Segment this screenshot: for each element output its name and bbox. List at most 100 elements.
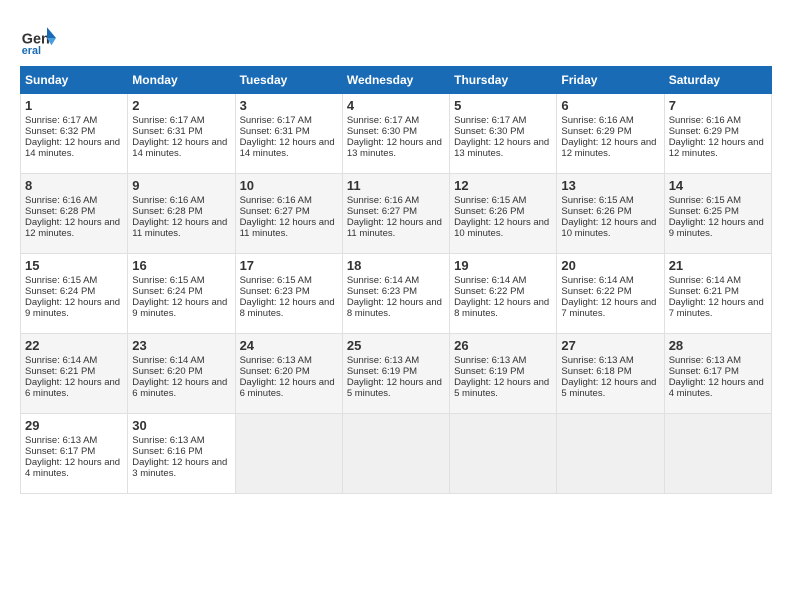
day-number: 21 [669,258,767,273]
calendar-day-21: 21Sunrise: 6:14 AMSunset: 6:21 PMDayligh… [664,254,771,334]
sunrise-label: Sunrise: 6:13 AM [669,355,741,366]
calendar-day-19: 19Sunrise: 6:14 AMSunset: 6:22 PMDayligh… [450,254,557,334]
day-number: 14 [669,178,767,193]
day-number: 7 [669,98,767,113]
sunrise-label: Sunrise: 6:14 AM [25,355,97,366]
sunrise-label: Sunrise: 6:14 AM [132,355,204,366]
sunrise-label: Sunrise: 6:17 AM [454,115,526,126]
calendar-day-30: 30Sunrise: 6:13 AMSunset: 6:16 PMDayligh… [128,414,235,494]
sunset-label: Sunset: 6:19 PM [454,366,524,377]
daylight-label: Daylight: 12 hours and 12 minutes. [25,217,120,239]
calendar-day-14: 14Sunrise: 6:15 AMSunset: 6:25 PMDayligh… [664,174,771,254]
calendar-week-1: 1Sunrise: 6:17 AMSunset: 6:32 PMDaylight… [21,94,772,174]
day-number: 6 [561,98,659,113]
calendar-day-28: 28Sunrise: 6:13 AMSunset: 6:17 PMDayligh… [664,334,771,414]
day-number: 25 [347,338,445,353]
day-number: 10 [240,178,338,193]
day-number: 4 [347,98,445,113]
day-number: 19 [454,258,552,273]
sunset-label: Sunset: 6:27 PM [240,206,310,217]
sunset-label: Sunset: 6:21 PM [669,286,739,297]
sunset-label: Sunset: 6:23 PM [240,286,310,297]
logo: Gen eral [20,20,58,56]
daylight-label: Daylight: 12 hours and 14 minutes. [132,137,227,159]
calendar-day-5: 5Sunrise: 6:17 AMSunset: 6:30 PMDaylight… [450,94,557,174]
daylight-label: Daylight: 12 hours and 5 minutes. [347,377,442,399]
col-saturday: Saturday [664,67,771,94]
calendar-day-8: 8 Sunrise: 6:16 AMSunset: 6:28 PMDaylight… [21,174,128,254]
sunset-label: Sunset: 6:26 PM [454,206,524,217]
day-number: 2 [132,98,230,113]
daylight-label: Daylight: 12 hours and 11 minutes. [347,217,442,239]
sunset-label: Sunset: 6:29 PM [561,126,631,137]
calendar-day-27: 27Sunrise: 6:13 AMSunset: 6:18 PMDayligh… [557,334,664,414]
sunset-label: Sunset: 6:26 PM [561,206,631,217]
calendar-day-20: 20Sunrise: 6:14 AMSunset: 6:22 PMDayligh… [557,254,664,334]
sunset-label: Sunset: 6:22 PM [454,286,524,297]
svg-text:eral: eral [22,45,41,56]
sunset-label: Sunset: 6:31 PM [132,126,202,137]
day-number: 1 [25,98,123,113]
col-sunday: Sunday [21,67,128,94]
calendar-week-4: 22Sunrise: 6:14 AMSunset: 6:21 PMDayligh… [21,334,772,414]
sunrise-label: Sunrise: 6:15 AM [240,275,312,286]
sunrise-label: Sunrise: 6:15 AM [25,275,97,286]
calendar-week-3: 15Sunrise: 6:15 AMSunset: 6:24 PMDayligh… [21,254,772,334]
page-header: Gen eral [20,20,772,56]
sunset-label: Sunset: 6:23 PM [347,286,417,297]
sunset-label: Sunset: 6:29 PM [669,126,739,137]
sunset-label: Sunset: 6:17 PM [25,446,95,457]
sunrise-label: Sunrise: 6:17 AM [347,115,419,126]
calendar-day-10: 10Sunrise: 6:16 AMSunset: 6:27 PMDayligh… [235,174,342,254]
sunrise-label: Sunrise: 6:14 AM [669,275,741,286]
sunset-label: Sunset: 6:28 PM [25,206,95,217]
sunrise-label: Sunrise: 6:17 AM [132,115,204,126]
day-number: 17 [240,258,338,273]
header-row: Sunday Monday Tuesday Wednesday Thursday… [21,67,772,94]
sunset-label: Sunset: 6:20 PM [240,366,310,377]
daylight-label: Daylight: 12 hours and 10 minutes. [561,217,656,239]
sunset-label: Sunset: 6:20 PM [132,366,202,377]
calendar-day-6: 6Sunrise: 6:16 AMSunset: 6:29 PMDaylight… [557,94,664,174]
calendar-day-2: 2 Sunrise: 6:17 AMSunset: 6:31 PMDaylight… [128,94,235,174]
daylight-label: Daylight: 12 hours and 6 minutes. [132,377,227,399]
day-number: 26 [454,338,552,353]
sunrise-label: Sunrise: 6:16 AM [25,195,97,206]
sunset-label: Sunset: 6:27 PM [347,206,417,217]
calendar-day-3: 3Sunrise: 6:17 AMSunset: 6:31 PMDaylight… [235,94,342,174]
calendar-day-24: 24Sunrise: 6:13 AMSunset: 6:20 PMDayligh… [235,334,342,414]
sunrise-label: Sunrise: 6:13 AM [240,355,312,366]
day-number: 23 [132,338,230,353]
calendar-day-23: 23 Sunrise: 6:14 AMSunset: 6:20 PMDayligh… [128,334,235,414]
calendar-day-9: 9 Sunrise: 6:16 AMSunset: 6:28 PMDaylight… [128,174,235,254]
daylight-label: Daylight: 12 hours and 13 minutes. [454,137,549,159]
sunset-label: Sunset: 6:19 PM [347,366,417,377]
daylight-label: Daylight: 12 hours and 11 minutes. [132,217,227,239]
calendar-day-25: 25 Sunrise: 6:13 AMSunset: 6:19 PMDayligh… [342,334,449,414]
sunset-label: Sunset: 6:28 PM [132,206,202,217]
daylight-label: Daylight: 12 hours and 8 minutes. [454,297,549,319]
day-number: 29 [25,418,123,433]
sunset-label: Sunset: 6:25 PM [669,206,739,217]
sunrise-label: Sunrise: 6:15 AM [454,195,526,206]
sunset-label: Sunset: 6:31 PM [240,126,310,137]
calendar-day-29: 29Sunrise: 6:13 AMSunset: 6:17 PMDayligh… [21,414,128,494]
calendar-day-22: 22Sunrise: 6:14 AMSunset: 6:21 PMDayligh… [21,334,128,414]
day-number: 8 [25,178,123,193]
day-number: 3 [240,98,338,113]
sunrise-label: Sunrise: 6:16 AM [132,195,204,206]
col-wednesday: Wednesday [342,67,449,94]
sunrise-label: Sunrise: 6:15 AM [561,195,633,206]
daylight-label: Daylight: 12 hours and 7 minutes. [561,297,656,319]
day-number: 27 [561,338,659,353]
sunrise-label: Sunrise: 6:17 AM [25,115,97,126]
calendar-day-15: 15Sunrise: 6:15 AMSunset: 6:24 PMDayligh… [21,254,128,334]
sunset-label: Sunset: 6:18 PM [561,366,631,377]
sunrise-label: Sunrise: 6:13 AM [347,355,419,366]
calendar-day-1: 1Sunrise: 6:17 AMSunset: 6:32 PMDaylight… [21,94,128,174]
daylight-label: Daylight: 12 hours and 10 minutes. [454,217,549,239]
day-number: 9 [132,178,230,193]
sunset-label: Sunset: 6:24 PM [25,286,95,297]
empty-day-cell [342,414,449,494]
empty-day-cell [235,414,342,494]
